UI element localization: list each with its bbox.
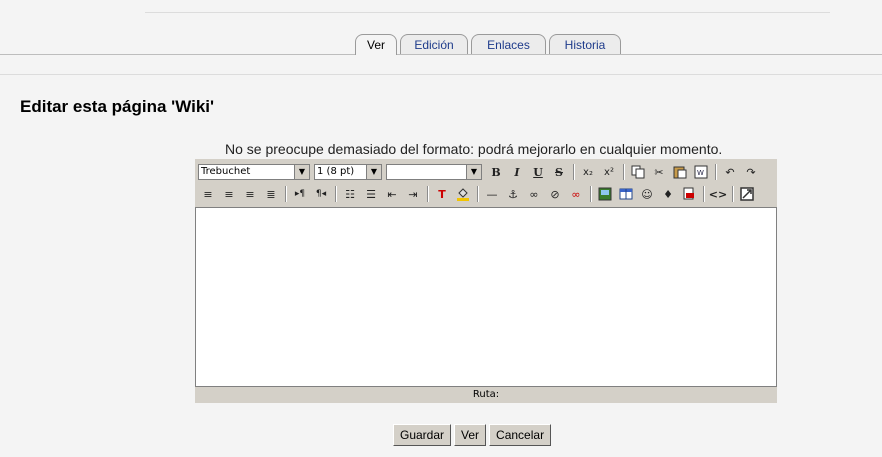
- content-divider: [0, 74, 882, 75]
- rtl-icon[interactable]: ¶◂: [311, 185, 331, 203]
- align-right-icon[interactable]: ≡: [240, 185, 260, 203]
- paste-word-icon[interactable]: W: [691, 163, 711, 181]
- page-title: Editar esta página 'Wiki': [20, 97, 215, 116]
- editor-toolbar: Trebuchet ▼ 1 (8 pt) ▼ ▼ B I U S x₂ x² ✂ W…: [195, 159, 777, 207]
- tab-edicion[interactable]: Edición: [400, 34, 468, 54]
- cut-icon[interactable]: ✂: [649, 163, 669, 181]
- nolink-icon[interactable]: ∞: [566, 185, 586, 203]
- align-left-icon[interactable]: ≡: [198, 185, 218, 203]
- html-editor: Trebuchet ▼ 1 (8 pt) ▼ ▼ B I U S x₂ x² ✂ W…: [195, 159, 777, 403]
- form-actions: Guardar Ver Cancelar: [393, 424, 552, 446]
- toolbar-separator: [477, 186, 479, 202]
- html-source-icon[interactable]: <>: [708, 185, 728, 203]
- outdent-icon[interactable]: ⇤: [382, 185, 402, 203]
- strikethrough-icon[interactable]: S: [549, 163, 569, 181]
- save-button[interactable]: Guardar: [393, 424, 452, 446]
- copy-icon[interactable]: [628, 163, 648, 181]
- bold-icon[interactable]: B: [486, 163, 506, 181]
- redo-icon[interactable]: ↷: [741, 163, 761, 181]
- insert-image-icon[interactable]: [595, 185, 615, 203]
- editor-textarea[interactable]: [195, 207, 777, 387]
- underline-icon[interactable]: U: [528, 163, 548, 181]
- svg-text:W: W: [697, 169, 704, 177]
- toolbar-separator: [335, 186, 337, 202]
- italic-icon[interactable]: I: [507, 163, 527, 181]
- indent-icon[interactable]: ⇥: [403, 185, 423, 203]
- background-color-icon[interactable]: [453, 185, 473, 203]
- editor-statusbar: Ruta:: [195, 387, 777, 403]
- fullscreen-icon[interactable]: [737, 185, 757, 203]
- toolbar-separator: [590, 186, 592, 202]
- superscript-icon[interactable]: x²: [599, 163, 619, 181]
- font-size-select[interactable]: 1 (8 pt) ▼: [314, 164, 382, 180]
- link-icon[interactable]: ∞: [524, 185, 544, 203]
- toolbar-separator: [573, 164, 575, 180]
- paragraph-style-select[interactable]: ▼: [386, 164, 482, 180]
- smiley-icon[interactable]: ☺: [637, 185, 657, 203]
- ordered-list-icon[interactable]: ☷: [340, 185, 360, 203]
- subscript-icon[interactable]: x₂: [578, 163, 598, 181]
- search-replace-icon[interactable]: [679, 185, 699, 203]
- toolbar-separator: [715, 164, 717, 180]
- toolbar-separator: [732, 186, 734, 202]
- unlink-icon[interactable]: ⊘: [545, 185, 565, 203]
- chevron-down-icon: ▼: [466, 165, 481, 179]
- align-center-icon[interactable]: ≡: [219, 185, 239, 203]
- toolbar-separator: [623, 164, 625, 180]
- tab-enlaces[interactable]: Enlaces: [471, 34, 546, 54]
- top-divider: [145, 12, 830, 13]
- tab-ver[interactable]: Ver: [355, 34, 397, 55]
- text-color-icon[interactable]: T: [432, 185, 452, 203]
- insert-table-icon[interactable]: [616, 185, 636, 203]
- format-hint: No se preocupe demasiado del formato: po…: [225, 141, 723, 157]
- undo-icon[interactable]: ↶: [720, 163, 740, 181]
- special-char-icon[interactable]: ♦: [658, 185, 678, 203]
- font-select[interactable]: Trebuchet ▼: [198, 164, 310, 180]
- paste-icon[interactable]: [670, 163, 690, 181]
- chevron-down-icon: ▼: [294, 165, 309, 179]
- preview-button[interactable]: Ver: [454, 424, 487, 446]
- chevron-down-icon: ▼: [366, 165, 381, 179]
- align-justify-icon[interactable]: ≣: [261, 185, 281, 203]
- horizontal-rule-icon[interactable]: —: [482, 185, 502, 203]
- anchor-icon[interactable]: ⚓: [503, 185, 523, 203]
- toolbar-separator: [703, 186, 705, 202]
- tab-historia[interactable]: Historia: [549, 34, 621, 54]
- cancel-button[interactable]: Cancelar: [489, 424, 552, 446]
- unordered-list-icon[interactable]: ☰: [361, 185, 381, 203]
- toolbar-separator: [427, 186, 429, 202]
- toolbar-separator: [285, 186, 287, 202]
- ltr-icon[interactable]: ▸¶: [290, 185, 310, 203]
